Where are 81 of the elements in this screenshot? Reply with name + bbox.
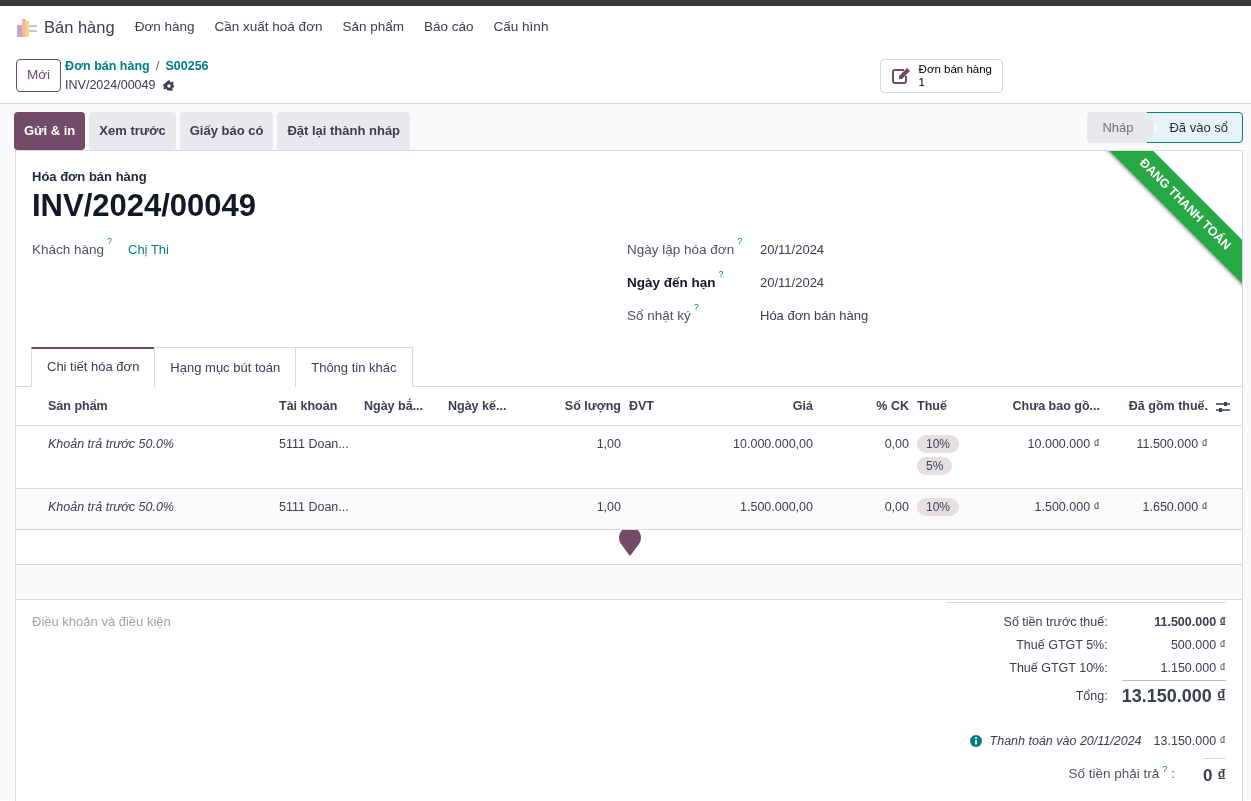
- tab[interactable]: Hạng mục bút toán: [154, 347, 297, 387]
- action-button[interactable]: Gửi & in: [14, 112, 86, 150]
- column-header[interactable]: Tài khoản: [275, 386, 360, 426]
- field-value: 20/11/2024: [760, 274, 825, 293]
- action-button[interactable]: Đặt lại thành nháp: [277, 112, 411, 150]
- help-tooltip[interactable]: ?: [693, 302, 699, 313]
- column-header[interactable]: Số lượng: [528, 386, 625, 426]
- column-header[interactable]: Sản phẩm: [16, 386, 275, 426]
- menu-item[interactable]: Cấu hình: [483, 16, 559, 38]
- table-cell: 10.000.000 ₫: [1027, 437, 1100, 452]
- status-step[interactable]: Nháp: [1087, 112, 1155, 143]
- document-number: INV/2024/00049: [32, 187, 257, 225]
- total-label: Thuế GTGT 10%:: [1009, 661, 1108, 676]
- app-name[interactable]: Bán hàng: [44, 14, 115, 40]
- column-options-icon[interactable]: [1216, 400, 1230, 413]
- total-label: Thuế GTGT 5%:: [1016, 638, 1108, 653]
- total-value: 11.500.000 ₫: [1154, 615, 1226, 630]
- payment-info: Thanh toán vào 20/11/2024: [989, 732, 1142, 750]
- breadcrumb-separator: /: [155, 57, 160, 75]
- tax-tag: 10%: [917, 498, 960, 517]
- total-value: 1.150.000 ₫: [1160, 660, 1226, 675]
- amount-due-value: 0 ₫: [1203, 758, 1226, 789]
- tab[interactable]: Thông tin khác: [295, 347, 413, 387]
- field-label: Ngày lập hóa đơn: [627, 242, 735, 258]
- menu-item[interactable]: Cần xuất hoá đơn: [204, 16, 333, 38]
- table-cell: Khoản trả trước 50.0%: [48, 500, 174, 515]
- action-button[interactable]: Xem trước: [89, 112, 176, 150]
- column-header[interactable]: Thuế: [913, 386, 990, 426]
- field-value: Hóa đơn bán hàng: [760, 307, 869, 326]
- total-value: 13.150.000 ₫: [1121, 685, 1226, 706]
- tab[interactable]: Chi tiết hóa đơn: [31, 347, 156, 387]
- table-cell: 10.000.000,00: [733, 437, 813, 452]
- column-header[interactable]: % CK: [817, 386, 913, 426]
- total-label: Số tiền trước thuế:: [1003, 615, 1108, 630]
- field-label: Sổ nhật ký: [627, 308, 691, 324]
- table-cell: 1,00: [596, 500, 621, 515]
- help-tooltip[interactable]: ?: [107, 236, 113, 247]
- amount-due-label: Số tiền phải trả: [1068, 764, 1160, 783]
- column-header[interactable]: Chưa bao gồ...: [990, 386, 1104, 426]
- column-header[interactable]: ĐVT: [625, 386, 680, 426]
- total-label: Tổng:: [1075, 688, 1108, 703]
- table-cell: 1.650.000 ₫: [1142, 500, 1208, 515]
- table-cell: 1.500.000 ₫: [1034, 500, 1100, 515]
- tax-tag: 5%: [917, 457, 953, 476]
- document-type: Hóa đơn bán hàng: [32, 168, 147, 186]
- column-header[interactable]: Đã gồm thuế.: [1104, 386, 1212, 426]
- table-cell: 0,00: [884, 437, 909, 452]
- breadcrumb-link[interactable]: S00256: [165, 56, 209, 76]
- column-header[interactable]: Ngày bắ...: [360, 386, 444, 426]
- field-value[interactable]: Chị Thi: [128, 240, 169, 260]
- field-label: Ngày đến hạn: [627, 275, 716, 291]
- table-cell: 1.500.000,00: [740, 500, 813, 515]
- payment-amount: 13.150.000 ₫: [1153, 732, 1226, 750]
- total-value: 500.000 ₫: [1170, 638, 1226, 653]
- table-cell: 5111 Doan...: [279, 500, 349, 515]
- new-button[interactable]: Mới: [16, 59, 62, 92]
- colon-label: :: [1171, 764, 1176, 783]
- edit-icon: [890, 66, 911, 85]
- menu-item[interactable]: Sản phẩm: [332, 16, 415, 38]
- info-icon[interactable]: [969, 735, 982, 748]
- breadcrumb-link[interactable]: Đơn bán hàng: [65, 56, 150, 76]
- field-label: Khách hàng: [32, 242, 105, 258]
- record-name: INV/2024/00049: [65, 77, 156, 95]
- smart-button[interactable]: Đơn bán hàng 1: [879, 58, 1003, 93]
- table-cell: 11.500.000 ₫: [1136, 437, 1208, 452]
- drag-marker-icon[interactable]: [618, 529, 642, 557]
- gear-icon[interactable]: [163, 79, 176, 92]
- table-cell: 1,00: [596, 437, 621, 452]
- action-button[interactable]: Giấy báo có: [179, 112, 274, 150]
- help-tooltip[interactable]: ?: [718, 269, 724, 280]
- field-value: 20/11/2024: [760, 241, 825, 260]
- column-header[interactable]: Ngày kế...: [444, 386, 528, 426]
- status-step[interactable]: Đã vào sổ: [1146, 112, 1243, 143]
- table-cell: Khoản trả trước 50.0%: [48, 437, 174, 452]
- menu-item[interactable]: Đơn hàng: [124, 16, 205, 38]
- table-cell: 0,00: [884, 500, 909, 515]
- column-header[interactable]: Giá: [680, 386, 817, 426]
- menu-item[interactable]: Báo cáo: [414, 16, 484, 38]
- tax-tag: 10%: [917, 435, 960, 454]
- help-tooltip[interactable]: ?: [737, 236, 743, 247]
- table-cell: 5111 Doan...: [279, 437, 349, 452]
